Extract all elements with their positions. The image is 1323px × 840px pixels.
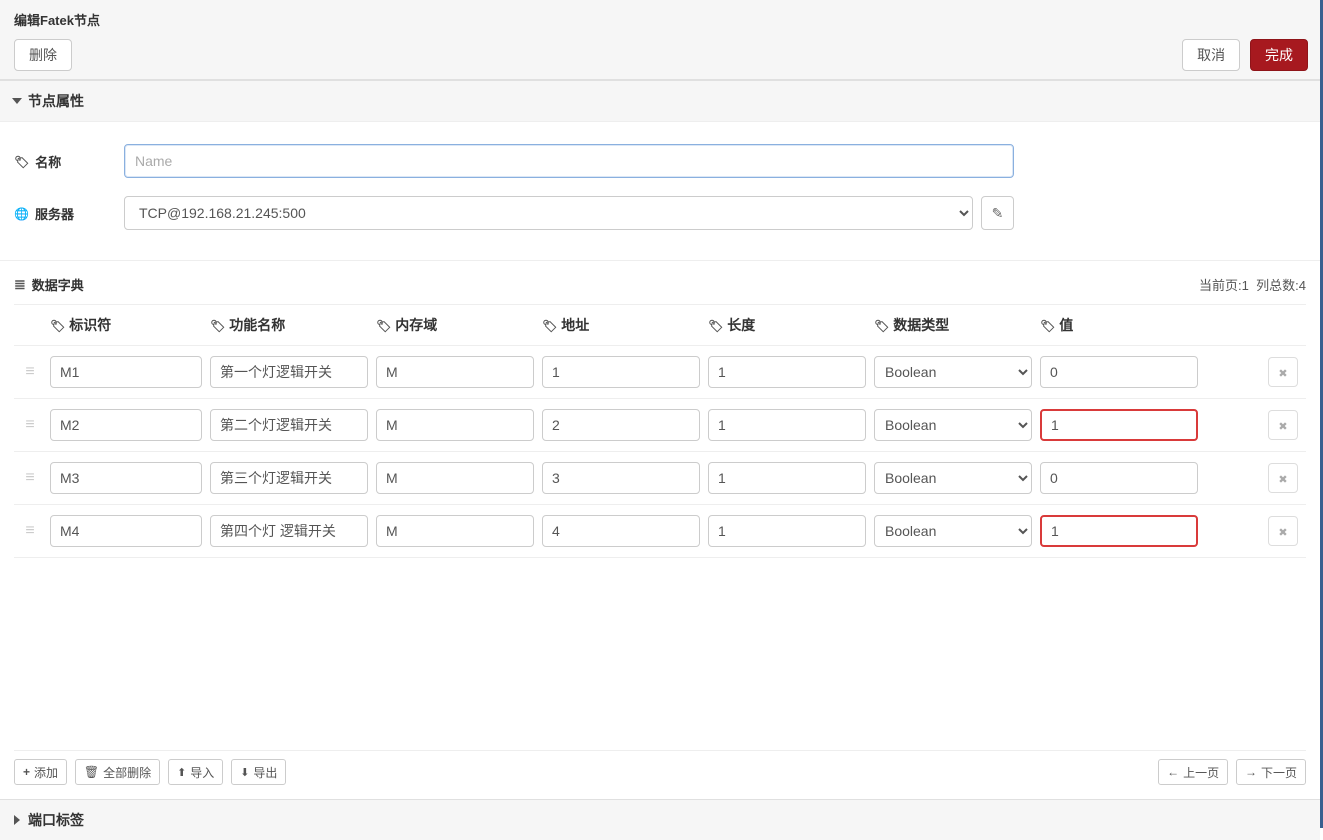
- download-icon: [240, 765, 249, 779]
- add-row-button[interactable]: 添加: [14, 759, 67, 785]
- cell-id-input[interactable]: [50, 356, 202, 388]
- cell-type-select[interactable]: Boolean: [874, 462, 1032, 494]
- cell-len-input[interactable]: [708, 356, 866, 388]
- cell-type-select[interactable]: Boolean: [874, 409, 1032, 441]
- cell-fn-input[interactable]: [210, 356, 368, 388]
- section-header-node-props[interactable]: 节点属性: [0, 80, 1320, 122]
- section-label: 节点属性: [28, 91, 84, 111]
- drag-handle-icon[interactable]: ≡: [25, 523, 34, 539]
- tag-icon: [874, 317, 889, 333]
- server-edit-button[interactable]: [981, 196, 1014, 230]
- name-input[interactable]: [124, 144, 1014, 178]
- cell-type-select[interactable]: Boolean: [874, 356, 1032, 388]
- trash-icon: [84, 765, 99, 779]
- col-header-id: 标识符: [69, 315, 111, 335]
- cell-len-input[interactable]: [708, 515, 866, 547]
- col-header-mem: 内存域: [395, 315, 437, 335]
- field-label-name: 名称: [35, 152, 61, 171]
- tag-icon: [708, 317, 723, 333]
- chevron-down-icon: [12, 98, 22, 104]
- dict-page-info: 当前页:1 列总数:4: [1199, 275, 1306, 294]
- export-button[interactable]: 导出: [231, 759, 286, 785]
- cell-mem-input[interactable]: [376, 515, 534, 547]
- row-delete-button[interactable]: [1268, 410, 1298, 440]
- tag-icon: [542, 317, 557, 333]
- table-row: ≡ Boolean: [14, 452, 1306, 505]
- cell-addr-input[interactable]: [542, 409, 700, 441]
- cell-fn-input[interactable]: [210, 409, 368, 441]
- tag-icon: [1040, 317, 1055, 333]
- table-row: ≡ Boolean: [14, 346, 1306, 399]
- cell-addr-input[interactable]: [542, 515, 700, 547]
- cell-val-input[interactable]: [1040, 356, 1198, 388]
- arrow-left-icon: [1167, 765, 1179, 779]
- cell-val-input[interactable]: [1040, 462, 1198, 494]
- tag-icon: [376, 317, 391, 333]
- table-row: ≡ Boolean: [14, 399, 1306, 452]
- pencil-icon: [992, 205, 1004, 222]
- col-header-len: 长度: [727, 315, 755, 335]
- cell-mem-input[interactable]: [376, 356, 534, 388]
- drag-handle-icon[interactable]: ≡: [25, 417, 34, 433]
- cell-mem-input[interactable]: [376, 409, 534, 441]
- cell-val-input[interactable]: [1040, 409, 1198, 441]
- cell-type-select[interactable]: Boolean: [874, 515, 1032, 547]
- drag-handle-icon[interactable]: ≡: [25, 364, 34, 380]
- dialog-title: 编辑Fatek节点: [12, 6, 1310, 37]
- cell-val-input[interactable]: [1040, 515, 1198, 547]
- close-icon: [1278, 365, 1287, 380]
- close-icon: [1278, 471, 1287, 486]
- arrow-right-icon: [1245, 765, 1257, 779]
- import-button[interactable]: 导入: [168, 759, 223, 785]
- cell-len-input[interactable]: [708, 462, 866, 494]
- tag-icon: [210, 317, 225, 333]
- section-header-port-tags[interactable]: 端口标签: [0, 799, 1320, 840]
- cell-fn-input[interactable]: [210, 515, 368, 547]
- globe-icon: [14, 206, 29, 221]
- row-delete-button[interactable]: [1268, 516, 1298, 546]
- tag-icon: [50, 317, 65, 333]
- field-label-server: 服务器: [35, 204, 74, 223]
- close-icon: [1278, 418, 1287, 433]
- col-header-fn: 功能名称: [229, 315, 285, 335]
- prev-page-button[interactable]: 上一页: [1158, 759, 1228, 785]
- section-label-dict: 数据字典: [32, 275, 84, 294]
- table-row: ≡ Boolean: [14, 505, 1306, 558]
- tag-icon: [14, 154, 29, 169]
- cell-id-input[interactable]: [50, 515, 202, 547]
- next-page-button[interactable]: 下一页: [1236, 759, 1306, 785]
- list-icon: [14, 276, 26, 293]
- row-delete-button[interactable]: [1268, 463, 1298, 493]
- cell-mem-input[interactable]: [376, 462, 534, 494]
- upload-icon: [177, 765, 186, 779]
- server-select[interactable]: TCP@192.168.21.245:500: [124, 196, 973, 230]
- col-header-addr: 地址: [561, 315, 589, 335]
- plus-icon: [23, 765, 30, 779]
- drag-handle-icon[interactable]: ≡: [25, 470, 34, 486]
- delete-button[interactable]: 删除: [14, 39, 72, 71]
- cancel-button[interactable]: 取消: [1182, 39, 1240, 71]
- cell-id-input[interactable]: [50, 462, 202, 494]
- row-delete-button[interactable]: [1268, 357, 1298, 387]
- chevron-right-icon: [14, 815, 20, 825]
- close-icon: [1278, 524, 1287, 539]
- done-button[interactable]: 完成: [1250, 39, 1308, 71]
- delete-all-button[interactable]: 全部删除: [75, 759, 160, 785]
- section-label-port-tags: 端口标签: [28, 810, 84, 830]
- col-header-val: 值: [1059, 315, 1073, 335]
- cell-len-input[interactable]: [708, 409, 866, 441]
- col-header-type: 数据类型: [893, 315, 949, 335]
- cell-id-input[interactable]: [50, 409, 202, 441]
- cell-addr-input[interactable]: [542, 356, 700, 388]
- cell-fn-input[interactable]: [210, 462, 368, 494]
- cell-addr-input[interactable]: [542, 462, 700, 494]
